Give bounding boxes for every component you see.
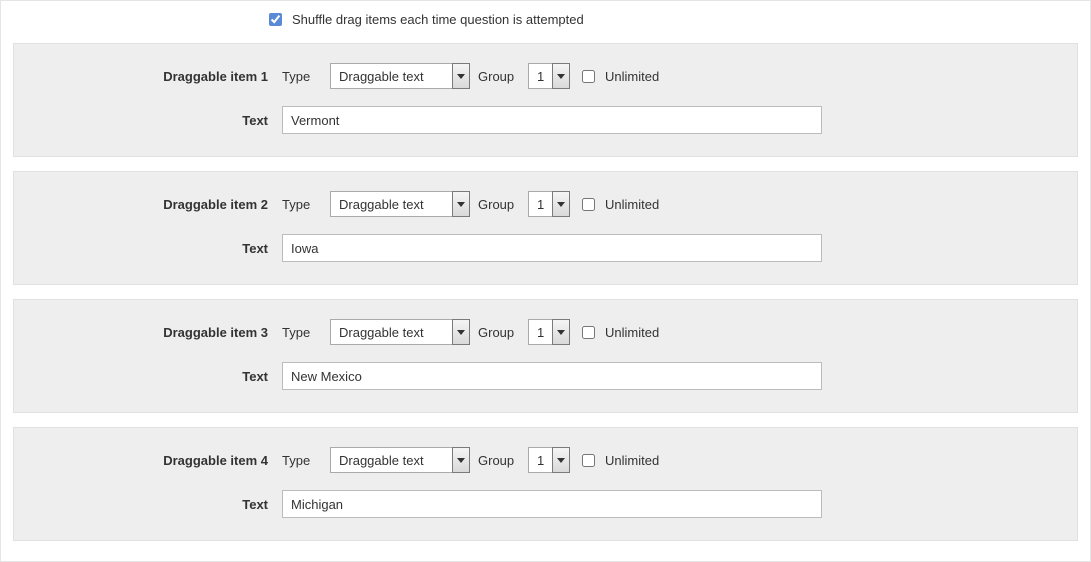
item-text-input[interactable] (282, 106, 822, 134)
type-select-wrap: Draggable text (330, 319, 470, 345)
type-select-wrap: Draggable text (330, 63, 470, 89)
item-text-controls (282, 106, 1077, 134)
group-select[interactable]: 1 (528, 319, 570, 345)
unlimited-checkbox[interactable] (582, 326, 595, 339)
item-text-input[interactable] (282, 490, 822, 518)
item-text-controls (282, 234, 1077, 262)
item-config-controls: Type Draggable text Group 1 Unlimited (282, 63, 1077, 89)
item-text-row: Text (14, 354, 1077, 398)
shuffle-checkbox[interactable] (269, 13, 282, 26)
unlimited-label: Unlimited (605, 69, 659, 84)
item-config-row: Draggable item 4Type Draggable text Group 1… (14, 438, 1077, 482)
item-text-row: Text (14, 482, 1077, 526)
unlimited-checkbox[interactable] (582, 70, 595, 83)
text-label: Text (14, 241, 282, 256)
item-config-row: Draggable item 1Type Draggable text Group 1… (14, 54, 1077, 98)
group-select-wrap: 1 (528, 447, 570, 473)
item-config-row: Draggable item 3Type Draggable text Group 1… (14, 310, 1077, 354)
group-select[interactable]: 1 (528, 447, 570, 473)
group-select[interactable]: 1 (528, 191, 570, 217)
type-select[interactable]: Draggable text (330, 63, 470, 89)
type-label: Type (282, 325, 324, 340)
unlimited-checkbox[interactable] (582, 454, 595, 467)
unlimited-label: Unlimited (605, 325, 659, 340)
item-title-label: Draggable item 3 (14, 325, 282, 340)
type-label: Type (282, 197, 324, 212)
items-host: Draggable item 1TypeDraggable textGroup1… (1, 43, 1090, 541)
item-text-input[interactable] (282, 234, 822, 262)
draggable-item-panel: Draggable item 1Type Draggable text Group 1… (13, 43, 1078, 157)
item-config-row: Draggable item 2Type Draggable text Group 1… (14, 182, 1077, 226)
group-select-wrap: 1 (528, 63, 570, 89)
item-config-controls: Type Draggable text Group 1 Unlimited (282, 447, 1077, 473)
unlimited-label: Unlimited (605, 197, 659, 212)
group-label: Group (478, 453, 522, 468)
type-select-wrap: Draggable text (330, 447, 470, 473)
shuffle-label: Shuffle drag items each time question is… (292, 12, 584, 27)
item-title-label: Draggable item 4 (14, 453, 282, 468)
item-config-controls: Type Draggable text Group 1 Unlimited (282, 191, 1077, 217)
type-label: Type (282, 453, 324, 468)
group-select-wrap: 1 (528, 191, 570, 217)
draggable-item-panel: Draggable item 3Type Draggable text Group 1… (13, 299, 1078, 413)
item-text-row: Text (14, 226, 1077, 270)
item-title-label: Draggable item 1 (14, 69, 282, 84)
item-text-input[interactable] (282, 362, 822, 390)
group-label: Group (478, 69, 522, 84)
item-title-label: Draggable item 2 (14, 197, 282, 212)
unlimited-checkbox[interactable] (582, 198, 595, 211)
group-label: Group (478, 325, 522, 340)
draggable-item-panel: Draggable item 4Type Draggable text Group 1… (13, 427, 1078, 541)
type-select[interactable]: Draggable text (330, 447, 470, 473)
group-label: Group (478, 197, 522, 212)
type-label: Type (282, 69, 324, 84)
group-select[interactable]: 1 (528, 63, 570, 89)
text-label: Text (14, 369, 282, 384)
type-select-wrap: Draggable text (330, 191, 470, 217)
shuffle-row: Shuffle drag items each time question is… (1, 1, 1090, 37)
item-text-controls (282, 362, 1077, 390)
group-select-wrap: 1 (528, 319, 570, 345)
item-text-controls (282, 490, 1077, 518)
text-label: Text (14, 497, 282, 512)
form-page: Shuffle drag items each time question is… (0, 0, 1091, 562)
draggable-item-panel: Draggable item 2Type Draggable text Group 1… (13, 171, 1078, 285)
item-config-controls: Type Draggable text Group 1 Unlimited (282, 319, 1077, 345)
unlimited-label: Unlimited (605, 453, 659, 468)
type-select[interactable]: Draggable text (330, 319, 470, 345)
item-text-row: Text (14, 98, 1077, 142)
text-label: Text (14, 113, 282, 128)
type-select[interactable]: Draggable text (330, 191, 470, 217)
